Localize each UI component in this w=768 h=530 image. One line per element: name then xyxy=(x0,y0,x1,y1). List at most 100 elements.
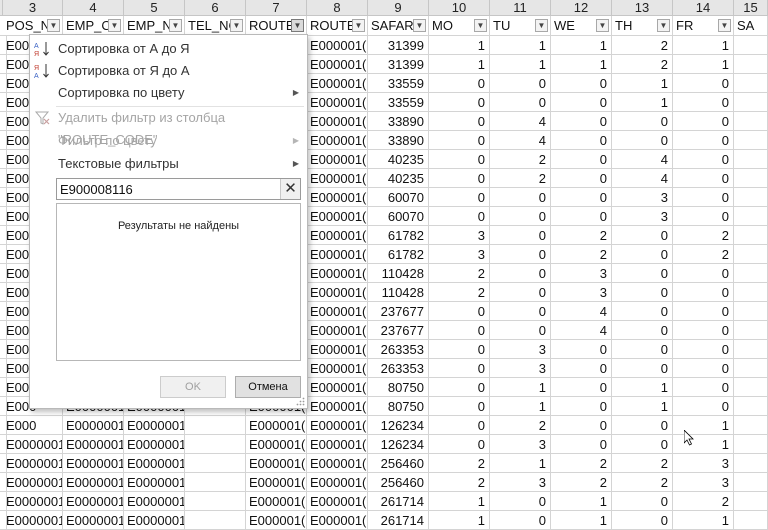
day-cell[interactable]: 0 xyxy=(612,245,673,264)
sa-cell[interactable] xyxy=(734,264,768,283)
day-cell[interactable]: 0 xyxy=(612,492,673,511)
column-number[interactable]: 15 xyxy=(734,0,768,16)
resize-grip-icon[interactable] xyxy=(296,397,305,406)
day-cell[interactable]: 0 xyxy=(490,511,551,530)
sa-cell[interactable] xyxy=(734,188,768,207)
sa-cell[interactable] xyxy=(734,226,768,245)
header-cell[interactable]: ROUTE ▼ xyxy=(246,16,307,36)
day-cell[interactable]: 0 xyxy=(490,302,551,321)
route-cell[interactable]: E000001( xyxy=(246,511,307,530)
safari-cell[interactable]: 40235 xyxy=(368,150,429,169)
clear-filter-item[interactable]: Удалить фильтр из столбца "ROUTE_CODE" xyxy=(30,107,307,147)
day-cell[interactable]: 1 xyxy=(612,397,673,416)
column-number[interactable]: 9 xyxy=(368,0,429,16)
day-cell[interactable]: 0 xyxy=(673,397,734,416)
day-cell[interactable]: 0 xyxy=(673,150,734,169)
sa-cell[interactable] xyxy=(734,378,768,397)
day-cell[interactable]: 1 xyxy=(429,36,490,55)
day-cell[interactable]: 2 xyxy=(673,245,734,264)
tel-cell[interactable] xyxy=(185,511,246,530)
day-cell[interactable]: 0 xyxy=(612,131,673,150)
route-code-cell[interactable]: E000001( xyxy=(307,492,368,511)
safari-cell[interactable]: 237677 xyxy=(368,302,429,321)
day-cell[interactable]: 2 xyxy=(612,55,673,74)
route-code-cell[interactable]: E000001( xyxy=(307,416,368,435)
day-cell[interactable]: 0 xyxy=(551,207,612,226)
header-cell[interactable]: SA xyxy=(734,16,768,36)
sa-cell[interactable] xyxy=(734,511,768,530)
sa-cell[interactable] xyxy=(734,207,768,226)
safari-cell[interactable]: 261714 xyxy=(368,511,429,530)
day-cell[interactable]: 0 xyxy=(673,93,734,112)
sa-cell[interactable] xyxy=(734,36,768,55)
day-cell[interactable]: 0 xyxy=(673,378,734,397)
emp-name-cell[interactable]: E000000106 xyxy=(124,416,185,435)
day-cell[interactable]: 0 xyxy=(490,226,551,245)
safari-cell[interactable]: 31399 xyxy=(368,55,429,74)
header-cell[interactable]: ROUTE ▼ xyxy=(307,16,368,36)
header-cell[interactable]: MO ▼ xyxy=(429,16,490,36)
filter-by-color-item[interactable]: Фильтр по цвету ▶ xyxy=(30,130,307,152)
tel-cell[interactable] xyxy=(185,454,246,473)
day-cell[interactable]: 1 xyxy=(551,36,612,55)
pos-cell[interactable]: E0000001( xyxy=(3,511,63,530)
route-code-cell[interactable]: E000001( xyxy=(307,93,368,112)
sa-cell[interactable] xyxy=(734,492,768,511)
day-cell[interactable]: 0 xyxy=(490,245,551,264)
day-cell[interactable]: 3 xyxy=(673,454,734,473)
day-cell[interactable]: 4 xyxy=(490,112,551,131)
day-cell[interactable]: 0 xyxy=(429,416,490,435)
emp-name-cell[interactable]: E000000106 xyxy=(124,492,185,511)
day-cell[interactable]: 3 xyxy=(612,207,673,226)
day-cell[interactable]: 0 xyxy=(551,131,612,150)
day-cell[interactable]: 3 xyxy=(551,264,612,283)
day-cell[interactable]: 0 xyxy=(551,435,612,454)
day-cell[interactable]: 1 xyxy=(429,55,490,74)
day-cell[interactable]: 0 xyxy=(612,511,673,530)
emp-code-cell[interactable]: E0000001( xyxy=(63,454,124,473)
safari-cell[interactable]: 33559 xyxy=(368,93,429,112)
day-cell[interactable]: 1 xyxy=(673,416,734,435)
day-cell[interactable]: 3 xyxy=(490,340,551,359)
day-cell[interactable]: 2 xyxy=(612,454,673,473)
day-cell[interactable]: 0 xyxy=(673,283,734,302)
safari-cell[interactable]: 126234 xyxy=(368,435,429,454)
filter-dropdown-button[interactable]: ▼ xyxy=(474,19,487,32)
day-cell[interactable]: 0 xyxy=(612,340,673,359)
sa-cell[interactable] xyxy=(734,473,768,492)
route-code-cell[interactable]: E000001( xyxy=(307,131,368,150)
day-cell[interactable]: 4 xyxy=(551,321,612,340)
emp-name-cell[interactable]: E000000106 xyxy=(124,435,185,454)
route-code-cell[interactable]: E000001( xyxy=(307,359,368,378)
sa-cell[interactable] xyxy=(734,283,768,302)
day-cell[interactable]: 3 xyxy=(490,473,551,492)
day-cell[interactable]: 0 xyxy=(551,112,612,131)
day-cell[interactable]: 1 xyxy=(490,55,551,74)
header-cell[interactable]: TH ▼ xyxy=(612,16,673,36)
tel-cell[interactable] xyxy=(185,492,246,511)
route-code-cell[interactable]: E000001( xyxy=(307,245,368,264)
day-cell[interactable]: 0 xyxy=(551,359,612,378)
header-cell[interactable]: SAFARI ▼ xyxy=(368,16,429,36)
day-cell[interactable]: 2 xyxy=(551,226,612,245)
header-cell[interactable]: FR ▼ xyxy=(673,16,734,36)
day-cell[interactable]: 0 xyxy=(612,416,673,435)
day-cell[interactable]: 2 xyxy=(490,150,551,169)
emp-name-cell[interactable]: E000000106 xyxy=(124,454,185,473)
emp-name-cell[interactable]: E000000106 xyxy=(124,473,185,492)
column-number[interactable]: 14 xyxy=(673,0,734,16)
day-cell[interactable]: 0 xyxy=(673,264,734,283)
filter-search-input[interactable] xyxy=(57,179,283,199)
emp-code-cell[interactable]: E0000001( xyxy=(63,416,124,435)
day-cell[interactable]: 0 xyxy=(551,340,612,359)
route-code-cell[interactable]: E000001( xyxy=(307,74,368,93)
sa-cell[interactable] xyxy=(734,131,768,150)
safari-cell[interactable]: 61782 xyxy=(368,226,429,245)
column-number[interactable]: 8 xyxy=(307,0,368,16)
sa-cell[interactable] xyxy=(734,340,768,359)
day-cell[interactable]: 0 xyxy=(551,93,612,112)
route-code-cell[interactable]: E000001( xyxy=(307,36,368,55)
day-cell[interactable]: 2 xyxy=(673,492,734,511)
route-code-cell[interactable]: E000001( xyxy=(307,473,368,492)
text-filters-item[interactable]: Текстовые фильтры ▶ xyxy=(30,153,307,175)
